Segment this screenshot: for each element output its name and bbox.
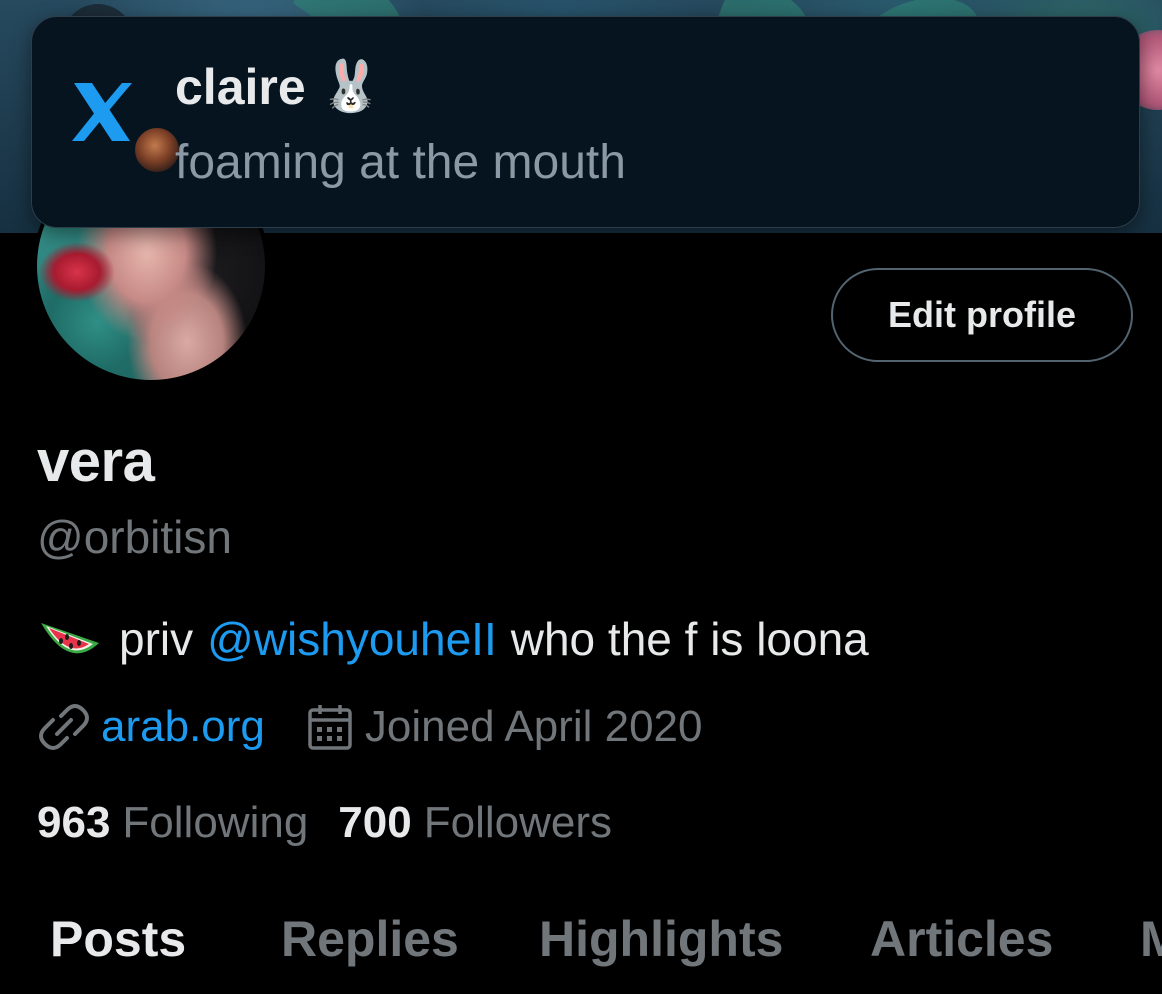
following-label[interactable]: Following	[122, 798, 308, 848]
tab-highlights[interactable]: Highlights	[539, 910, 783, 968]
followers-label[interactable]: Followers	[424, 798, 612, 848]
bio-prefix: priv	[119, 613, 194, 665]
notification-sender: claire 🐰	[175, 57, 382, 116]
tab-media[interactable]: M	[1140, 910, 1162, 968]
sender-name: claire	[175, 58, 306, 115]
calendar-icon	[308, 705, 352, 750]
bio-suffix: who the f is loona	[510, 613, 869, 665]
followers-count[interactable]: 700	[338, 798, 411, 848]
tab-replies[interactable]: Replies	[281, 910, 459, 968]
notification-message: foaming at the mouth	[175, 136, 626, 189]
notification-toast[interactable]: claire 🐰 foaming at the mouth	[31, 16, 1140, 228]
x-logo-icon	[72, 83, 132, 141]
following-count[interactable]: 963	[37, 798, 110, 848]
edit-profile-button[interactable]: Edit profile	[831, 268, 1133, 362]
follow-stats: 963 Following 700 Followers	[37, 798, 642, 848]
tab-posts[interactable]: Posts	[50, 910, 186, 968]
profile-tabs: Posts Replies Highlights Articles M	[0, 900, 1162, 994]
profile-bio: priv @wishyouheII who the f is loona	[37, 612, 869, 666]
user-handle: @orbitisn	[37, 511, 232, 563]
watermelon-icon	[41, 623, 99, 654]
display-name: vera	[37, 429, 155, 494]
profile-meta: arab.org Joined April 2020	[37, 700, 702, 754]
rabbit-emoji-icon: 🐰	[319, 57, 382, 115]
link-icon	[39, 704, 89, 750]
bio-mention-link[interactable]: @wishyouheII	[207, 612, 497, 666]
joined-date: Joined April 2020	[364, 702, 703, 751]
website-link[interactable]: arab.org	[101, 702, 265, 752]
tab-articles[interactable]: Articles	[870, 910, 1053, 968]
